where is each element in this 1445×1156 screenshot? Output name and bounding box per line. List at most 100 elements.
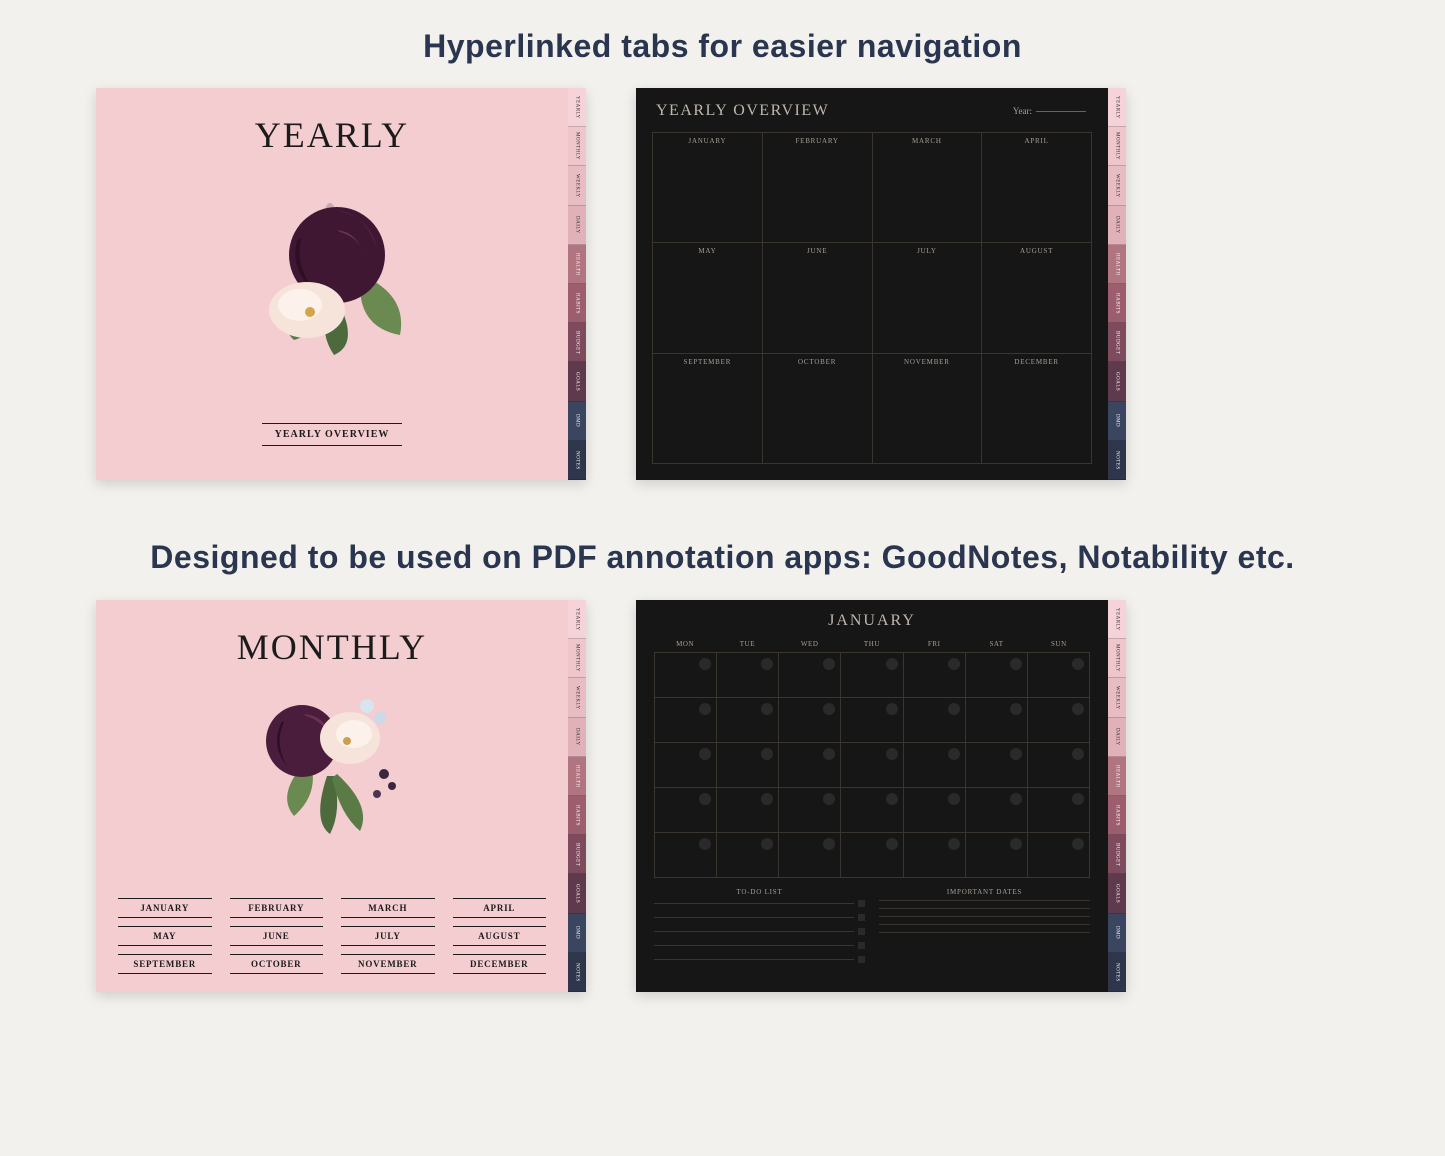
overview-month-cell[interactable]: AUGUST [982, 243, 1092, 353]
calendar-day-cell[interactable] [904, 653, 966, 698]
tab-budget[interactable]: BUDGET [568, 835, 586, 874]
calendar-day-cell[interactable] [841, 743, 903, 788]
month-link-august[interactable]: AUGUST [453, 926, 547, 946]
tab-dmd[interactable]: DMD [1108, 914, 1126, 953]
tab-budget[interactable]: BUDGET [568, 323, 586, 362]
tab-dmd[interactable]: DMD [568, 914, 586, 953]
month-link-march[interactable]: MARCH [341, 898, 435, 918]
tab-habits[interactable]: HABITS [568, 796, 586, 835]
calendar-day-cell[interactable] [779, 833, 841, 878]
overview-month-cell[interactable]: JUNE [763, 243, 873, 353]
overview-month-cell[interactable]: JANUARY [653, 133, 763, 243]
calendar-day-cell[interactable] [966, 833, 1028, 878]
overview-month-cell[interactable]: SEPTEMBER [653, 354, 763, 464]
calendar-day-cell[interactable] [966, 788, 1028, 833]
tab-health[interactable]: HEALTH [1108, 245, 1126, 284]
tab-notes[interactable]: NOTES [568, 441, 586, 480]
calendar-day-cell[interactable] [655, 833, 717, 878]
tab-goals[interactable]: GOALS [1108, 362, 1126, 401]
tab-dmd[interactable]: DMD [568, 402, 586, 441]
checkbox-icon[interactable] [858, 900, 865, 907]
important-date-row[interactable] [879, 932, 1090, 933]
tab-yearly[interactable]: YEARLY [1108, 600, 1126, 639]
calendar-day-cell[interactable] [717, 788, 779, 833]
month-link-june[interactable]: JUNE [230, 926, 324, 946]
calendar-day-cell[interactable] [779, 653, 841, 698]
tab-yearly[interactable]: YEARLY [1108, 88, 1126, 127]
calendar-day-cell[interactable] [841, 788, 903, 833]
overview-month-cell[interactable]: MARCH [873, 133, 983, 243]
tab-notes[interactable]: NOTES [568, 953, 586, 992]
tab-weekly[interactable]: WEEKLY [568, 678, 586, 717]
tab-monthly[interactable]: MONTHLY [568, 127, 586, 166]
calendar-day-cell[interactable] [966, 653, 1028, 698]
tab-monthly[interactable]: MONTHLY [1108, 127, 1126, 166]
important-date-row[interactable] [879, 924, 1090, 925]
calendar-day-cell[interactable] [717, 653, 779, 698]
calendar-day-cell[interactable] [655, 653, 717, 698]
tab-health[interactable]: HEALTH [568, 245, 586, 284]
tab-budget[interactable]: BUDGET [1108, 835, 1126, 874]
calendar-day-cell[interactable] [1028, 743, 1090, 788]
tab-health[interactable]: HEALTH [1108, 757, 1126, 796]
overview-month-cell[interactable]: OCTOBER [763, 354, 873, 464]
tab-goals[interactable]: GOALS [568, 362, 586, 401]
tab-daily[interactable]: DAILY [1108, 718, 1126, 757]
month-link-november[interactable]: NOVEMBER [341, 954, 435, 974]
tab-monthly[interactable]: MONTHLY [568, 639, 586, 678]
calendar-day-cell[interactable] [717, 833, 779, 878]
overview-month-cell[interactable]: MAY [653, 243, 763, 353]
overview-month-cell[interactable]: DECEMBER [982, 354, 1092, 464]
important-date-row[interactable] [879, 908, 1090, 909]
calendar-day-cell[interactable] [779, 788, 841, 833]
overview-month-cell[interactable]: NOVEMBER [873, 354, 983, 464]
calendar-day-cell[interactable] [1028, 698, 1090, 743]
month-link-december[interactable]: DECEMBER [453, 954, 547, 974]
overview-month-cell[interactable]: FEBRUARY [763, 133, 873, 243]
calendar-day-cell[interactable] [1028, 833, 1090, 878]
tab-weekly[interactable]: WEEKLY [568, 166, 586, 205]
tab-budget[interactable]: BUDGET [1108, 323, 1126, 362]
month-link-february[interactable]: FEBRUARY [230, 898, 324, 918]
calendar-day-cell[interactable] [1028, 788, 1090, 833]
todo-item-row[interactable] [654, 914, 865, 921]
todo-item-row[interactable] [654, 956, 865, 963]
yearly-overview-link[interactable]: YEARLY OVERVIEW [262, 423, 402, 446]
calendar-day-cell[interactable] [1028, 653, 1090, 698]
calendar-day-cell[interactable] [841, 833, 903, 878]
tab-notes[interactable]: NOTES [1108, 953, 1126, 992]
tab-weekly[interactable]: WEEKLY [1108, 166, 1126, 205]
tab-notes[interactable]: NOTES [1108, 441, 1126, 480]
calendar-day-cell[interactable] [966, 743, 1028, 788]
tab-dmd[interactable]: DMD [1108, 402, 1126, 441]
important-date-row[interactable] [879, 900, 1090, 901]
year-input-line[interactable] [1036, 111, 1086, 112]
calendar-day-cell[interactable] [841, 698, 903, 743]
todo-item-row[interactable] [654, 900, 865, 907]
calendar-day-cell[interactable] [966, 698, 1028, 743]
todo-item-row[interactable] [654, 942, 865, 949]
tab-goals[interactable]: GOALS [1108, 874, 1126, 913]
checkbox-icon[interactable] [858, 928, 865, 935]
tab-habits[interactable]: HABITS [1108, 284, 1126, 323]
tab-weekly[interactable]: WEEKLY [1108, 678, 1126, 717]
calendar-day-cell[interactable] [904, 743, 966, 788]
month-link-april[interactable]: APRIL [453, 898, 547, 918]
calendar-day-cell[interactable] [904, 788, 966, 833]
tab-yearly[interactable]: YEARLY [568, 88, 586, 127]
checkbox-icon[interactable] [858, 956, 865, 963]
tab-health[interactable]: HEALTH [568, 757, 586, 796]
month-link-september[interactable]: SEPTEMBER [118, 954, 212, 974]
calendar-day-cell[interactable] [904, 833, 966, 878]
tab-daily[interactable]: DAILY [568, 718, 586, 757]
important-date-row[interactable] [879, 916, 1090, 917]
calendar-day-cell[interactable] [655, 698, 717, 743]
month-link-july[interactable]: JULY [341, 926, 435, 946]
calendar-day-cell[interactable] [904, 698, 966, 743]
tab-goals[interactable]: GOALS [568, 874, 586, 913]
tab-monthly[interactable]: MONTHLY [1108, 639, 1126, 678]
tab-habits[interactable]: HABITS [1108, 796, 1126, 835]
calendar-day-cell[interactable] [655, 743, 717, 788]
tab-habits[interactable]: HABITS [568, 284, 586, 323]
month-link-january[interactable]: JANUARY [118, 898, 212, 918]
